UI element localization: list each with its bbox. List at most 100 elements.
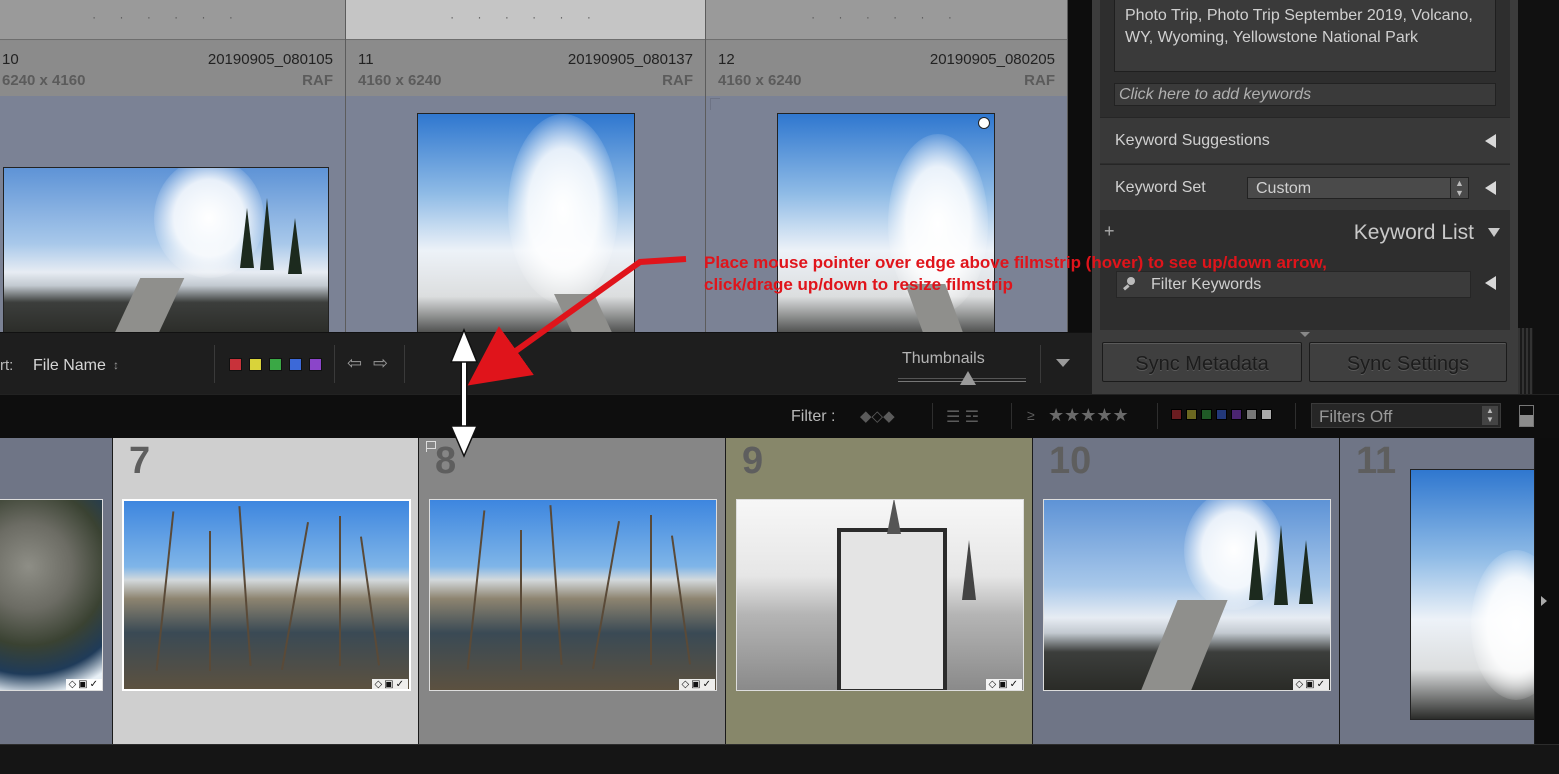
keyword-tags-text: Photo Trip, Photo Trip September 2019, V… [1125, 7, 1473, 46]
filmstrip-thumbnail[interactable] [0, 499, 103, 691]
rotate-right-icon[interactable]: ⇨ [373, 353, 388, 374]
filmstrip-filter-bar: Filter : ◆◇◆ ☰ ☲ ≥ ★★★★★ Filters Off ▲ ▼ [0, 394, 1559, 438]
add-keywords-field[interactable]: Click here to add keywords [1114, 83, 1496, 106]
sync-settings-label: Sync Settings [1346, 353, 1470, 375]
color-filter-blue[interactable] [1216, 409, 1227, 420]
cell-body [346, 96, 705, 332]
cell-filename: 20190905_080105 [207, 51, 333, 68]
tree [962, 540, 976, 600]
frame-index: 10 [1049, 440, 1092, 482]
color-label-purple[interactable] [309, 358, 322, 371]
cell-dimensions: 4160 x 6240 [358, 72, 442, 89]
grid-cell-11[interactable]: · · · · · · 11 20190905_080137 4160 x 62… [346, 0, 706, 332]
add-keywords-placeholder: Click here to add keywords [1119, 86, 1312, 103]
keyword-suggestions-header[interactable]: Keyword Suggestions [1100, 117, 1510, 163]
tree [887, 500, 901, 534]
filmstrip-frame-11[interactable]: 11 [1340, 438, 1535, 744]
right-panel-edge [1518, 0, 1559, 394]
color-label-blue[interactable] [289, 358, 302, 371]
color-filter-purple[interactable] [1231, 409, 1242, 420]
flag-icon[interactable] [426, 441, 436, 452]
filter-divider [1295, 403, 1296, 429]
tree [1249, 530, 1263, 600]
frame-index: 9 [742, 440, 764, 482]
dead-tree [466, 510, 486, 670]
dead-tree [209, 531, 211, 671]
filmstrip-frame-9[interactable]: 9 ◇▣✓ [726, 438, 1033, 744]
thumbnail-size-slider[interactable] [898, 371, 1026, 385]
toolbar-divider [334, 345, 335, 383]
sync-settings-button[interactable]: Sync Settings [1309, 342, 1507, 382]
keyword-list-header[interactable]: + Keyword List [1100, 211, 1510, 253]
rating-operator[interactable]: ≥ [1027, 407, 1035, 423]
color-label-green[interactable] [269, 358, 282, 371]
grid-cell-10[interactable]: · · · · · · 10 20190905_080105 6240 x 41… [0, 0, 346, 332]
photo-thumbnail[interactable] [777, 113, 995, 332]
expand-triangle-icon[interactable] [1485, 134, 1496, 148]
cell-filename: 20190905_080205 [929, 51, 1055, 68]
filmstrip-frame-6[interactable]: ◇▣✓ [0, 438, 113, 744]
quick-collection-icon[interactable] [978, 117, 990, 129]
photo-thumbnail[interactable] [3, 167, 329, 332]
slider-knob[interactable] [960, 371, 977, 385]
keyword-set-label: Keyword Set [1115, 179, 1206, 196]
metadata-badges-icon: ◇▣✓ [986, 679, 1022, 690]
edit-status-filter-icons[interactable]: ☰ ☲ [946, 407, 979, 427]
frame-index: 7 [129, 440, 151, 482]
color-label-yellow[interactable] [249, 358, 262, 371]
cell-body [0, 96, 345, 332]
filmstrip-thumbnail[interactable] [1043, 499, 1331, 691]
add-keyword-button[interactable]: + [1104, 221, 1115, 242]
cell-filetype: RAF [1024, 72, 1055, 89]
filmstrip-thumbnail[interactable] [429, 499, 717, 691]
keyword-tags-field[interactable]: Photo Trip, Photo Trip September 2019, V… [1114, 0, 1496, 72]
dead-tree [238, 506, 252, 666]
cell-header: 11 20190905_080137 4160 x 6240 RAF [346, 41, 705, 96]
annotation-text: Place mouse pointer over edge above film… [704, 253, 1327, 294]
dead-tree [670, 535, 692, 665]
dead-tree [549, 505, 563, 665]
filmstrip-thumbnail[interactable] [1410, 469, 1534, 720]
panel-expand-arrow-icon[interactable] [1541, 596, 1547, 606]
toolbar-menu-icon[interactable] [1056, 359, 1070, 367]
cell-dimensions: 6240 x 4160 [2, 72, 86, 89]
filter-preset-value: Filters Off [1319, 407, 1393, 426]
sort-dropdown[interactable]: File Name [33, 357, 106, 375]
color-filter-red[interactable] [1171, 409, 1182, 420]
rating-stars[interactable]: ★★★★★ [1048, 405, 1129, 426]
panel-resize-grip[interactable] [1518, 328, 1533, 394]
color-filter-green[interactable] [1201, 409, 1212, 420]
filter-divider [932, 403, 933, 429]
filmstrip: ◇▣✓ 7 ◇▣✓ 8 ◇▣✓ 9 ◇▣✓ 10 ◇▣✓ 11 [0, 438, 1535, 744]
dead-tree [339, 516, 341, 666]
color-filter-custom[interactable] [1246, 409, 1257, 420]
flag-filter-icons[interactable]: ◆◇◆ [860, 407, 895, 425]
collapse-triangle-icon[interactable] [1488, 228, 1500, 237]
sync-metadata-button[interactable]: Sync Metadata [1102, 342, 1302, 382]
cell-dots: · · · · · · [811, 10, 962, 24]
cell-filetype: RAF [662, 72, 693, 89]
rotate-left-icon[interactable]: ⇦ [347, 353, 362, 374]
flag-icon[interactable] [710, 98, 720, 110]
expand-triangle-icon[interactable] [1485, 181, 1496, 195]
filmstrip-frame-8[interactable]: 8 ◇▣✓ [419, 438, 726, 744]
filmstrip-frame-10[interactable]: 10 ◇▣✓ [1033, 438, 1340, 744]
sort-caret-icon[interactable]: ↕ [113, 358, 119, 372]
filmstrip-thumbnail[interactable] [736, 499, 1024, 691]
color-filter-none[interactable] [1261, 409, 1272, 420]
library-toolbar: rt: File Name ↕ ⇦ ⇨ Thumbnails [0, 332, 1092, 394]
filter-label: Filter : [791, 408, 836, 425]
filter-preset-select[interactable]: Filters Off ▲ ▼ [1311, 403, 1501, 428]
cell-dots: · · · · · · [92, 10, 243, 24]
color-label-red[interactable] [229, 358, 242, 371]
filter-lock-icon[interactable] [1519, 405, 1534, 427]
photo-thumbnail[interactable] [417, 113, 635, 332]
panel-scroll-indicator-icon [1300, 332, 1310, 337]
keyword-set-select[interactable]: Custom ▲ ▼ [1247, 177, 1469, 199]
color-filter-yellow[interactable] [1186, 409, 1197, 420]
cell-top-stripe: · · · · · · [0, 0, 345, 40]
filmstrip-frame-7[interactable]: 7 ◇▣✓ [113, 438, 419, 744]
window-bottom-edge [0, 744, 1559, 774]
toolbar-divider [214, 345, 215, 383]
filmstrip-thumbnail[interactable] [122, 499, 411, 691]
